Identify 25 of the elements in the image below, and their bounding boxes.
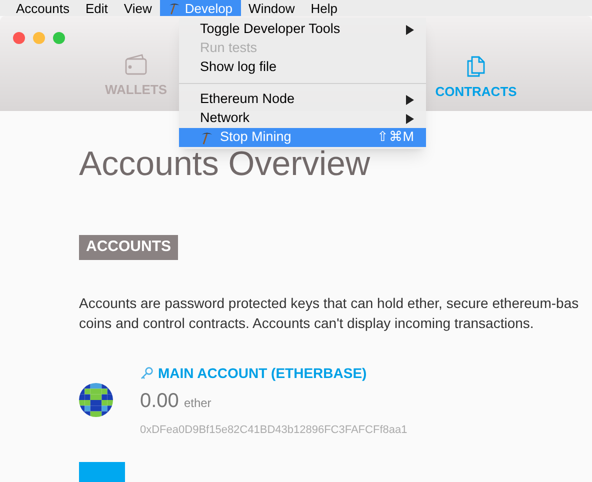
menu-bar-item[interactable]: Accounts — [8, 0, 78, 17]
page-title: Accounts Overview — [79, 147, 371, 181]
menu-item[interactable]: Ethereum Node — [179, 90, 426, 109]
pickaxe-icon — [200, 130, 214, 144]
menu-bar-item[interactable]: Help — [302, 0, 346, 17]
pickaxe-icon — [168, 2, 181, 14]
submenu-arrow-icon — [406, 24, 414, 34]
close-button[interactable] — [13, 32, 25, 44]
menu-item[interactable]: Show log file — [179, 58, 426, 77]
menu-bar-item[interactable]: View — [116, 0, 160, 17]
minimize-button[interactable] — [33, 32, 45, 44]
menu-item[interactable]: Network — [179, 109, 426, 128]
balance-unit: ether — [184, 394, 212, 412]
shortcut-label: ⇧⌘M — [376, 128, 414, 146]
menu-bar-item[interactable]: Window — [240, 0, 303, 17]
zoom-button[interactable] — [53, 32, 65, 44]
key-icon — [140, 366, 154, 380]
account-address: 0xDFea0D9Bf15e82C41BD43b12896FC3FAFCFf8aa1 — [140, 422, 408, 438]
menu-item[interactable]: Toggle Developer Tools — [179, 20, 426, 39]
wallet-icon — [124, 54, 148, 76]
section-label: ACCOUNTS — [79, 235, 178, 260]
identicon-icon — [79, 382, 113, 416]
account-balance: 0.00 — [140, 388, 179, 414]
menu-bar-item[interactable]: Edit — [77, 0, 116, 17]
description-text: Accounts are password protected keys that can hold ether, secure ethereum-bas coins and control contracts. Accounts can't display incoming transactions. — [78, 294, 580, 332]
